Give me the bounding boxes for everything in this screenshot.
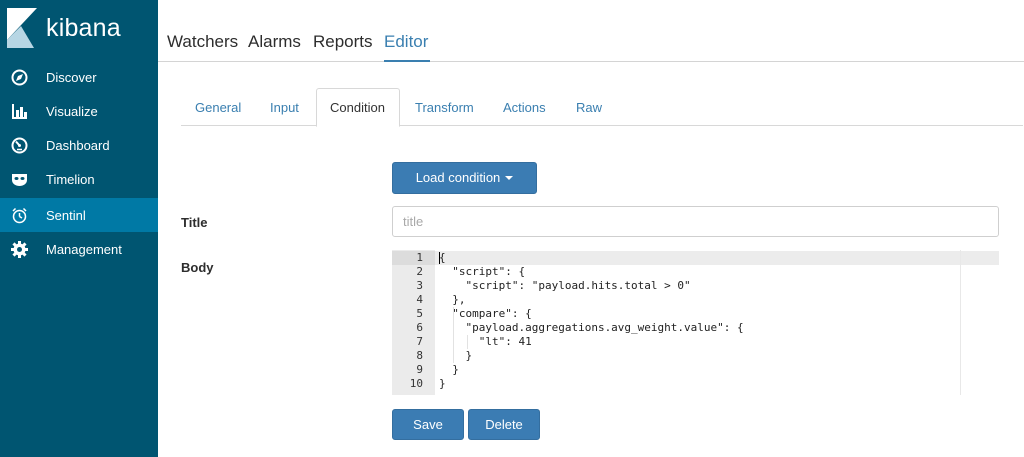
line-number: 6 [416, 321, 423, 334]
timelion-mask-icon [12, 174, 27, 186]
alarm-clock-icon [12, 207, 27, 224]
code-line: 1{ [392, 251, 999, 265]
app-name: kibana [46, 14, 121, 42]
sidebar-item-label: Discover [46, 70, 97, 85]
line-number: 8 [416, 349, 423, 362]
active-tab-indicator [384, 60, 430, 62]
load-condition-button[interactable]: Load condition [392, 162, 537, 194]
caret-down-icon [505, 175, 514, 180]
code-line: 8 } [392, 349, 999, 363]
line-number: 10 [409, 377, 423, 390]
save-button-label: Save [413, 417, 443, 432]
line-number: 9 [416, 363, 423, 376]
code-line: 5 "compare": { [392, 307, 999, 321]
line-code: "script": "payload.hits.total > 0" [439, 279, 691, 292]
sidebar-item-discover[interactable]: Discover [0, 60, 158, 94]
sidebar-item-label: Visualize [46, 104, 98, 119]
line-code: } [439, 377, 446, 390]
line-number: 7 [416, 335, 423, 348]
kibana-logo[interactable]: kibana [0, 0, 158, 60]
delete-button-label: Delete [485, 417, 523, 432]
sidebar-item-label: Management [46, 242, 122, 257]
title-label: Title [181, 215, 208, 230]
gear-icon [11, 241, 28, 258]
sidebar-item-timelion[interactable]: Timelion [0, 162, 158, 196]
code-line: 7 "lt": 41 [392, 335, 999, 349]
tab-editor[interactable]: Editor [384, 32, 428, 52]
tab-reports[interactable]: Reports [313, 32, 373, 52]
code-line: 3 "script": "payload.hits.total > 0" [392, 279, 999, 293]
tab-input[interactable]: Input [270, 100, 299, 115]
line-number: 5 [416, 307, 423, 320]
line-code: } [439, 349, 473, 362]
sidebar-item-sentinl[interactable]: Sentinl [0, 198, 158, 232]
dashboard-gauge-icon [11, 137, 28, 154]
editor-sub-tab-bar: General Input Condition Transform Action… [181, 88, 1023, 127]
tab-watchers[interactable]: Watchers [167, 32, 238, 52]
line-number: 1 [416, 251, 423, 264]
save-button[interactable]: Save [392, 409, 464, 440]
compass-icon [11, 69, 28, 86]
title-input[interactable] [392, 206, 999, 237]
tab-condition-label: Condition [330, 100, 385, 115]
kibana-logo-icon [7, 8, 37, 48]
line-number: 4 [416, 293, 423, 306]
body-code-editor[interactable]: 1{ 2 "script": { 3 "script": "payload.hi… [392, 250, 999, 395]
sidebar: kibana Discover Visualize Dashboard Time… [0, 0, 158, 457]
tab-general[interactable]: General [195, 100, 241, 115]
code-line: 4 }, [392, 293, 999, 307]
code-line: 2 "script": { [392, 265, 999, 279]
sidebar-item-dashboard[interactable]: Dashboard [0, 128, 158, 162]
tab-transform[interactable]: Transform [415, 100, 474, 115]
sidebar-item-management[interactable]: Management [0, 232, 158, 266]
sidebar-item-label: Dashboard [46, 138, 110, 153]
line-code: "payload.aggregations.avg_weight.value":… [439, 321, 744, 334]
body-label: Body [181, 260, 214, 275]
line-code: "lt": 41 [439, 335, 532, 348]
bar-chart-icon [12, 104, 27, 119]
line-number: 3 [416, 279, 423, 292]
line-code: } [439, 363, 459, 376]
tab-alarms[interactable]: Alarms [248, 32, 301, 52]
delete-button[interactable]: Delete [468, 409, 540, 440]
load-condition-label: Load condition [415, 170, 501, 185]
text-cursor [439, 252, 440, 264]
code-line: 9 } [392, 363, 999, 377]
sidebar-item-label: Sentinl [46, 208, 86, 223]
code-line: 6 "payload.aggregations.avg_weight.value… [392, 321, 999, 335]
line-code: "compare": { [439, 307, 532, 320]
line-code: "script": { [439, 265, 526, 278]
top-tab-bar: Watchers Alarms Reports Editor [158, 0, 1024, 62]
sidebar-item-visualize[interactable]: Visualize [0, 94, 158, 128]
tab-actions[interactable]: Actions [503, 100, 546, 115]
line-code: }, [439, 293, 466, 306]
line-number: 2 [416, 265, 423, 278]
tab-condition[interactable]: Condition [316, 88, 400, 127]
tab-raw[interactable]: Raw [576, 100, 602, 115]
code-line: 10} [392, 377, 999, 391]
sidebar-item-label: Timelion [46, 172, 95, 187]
